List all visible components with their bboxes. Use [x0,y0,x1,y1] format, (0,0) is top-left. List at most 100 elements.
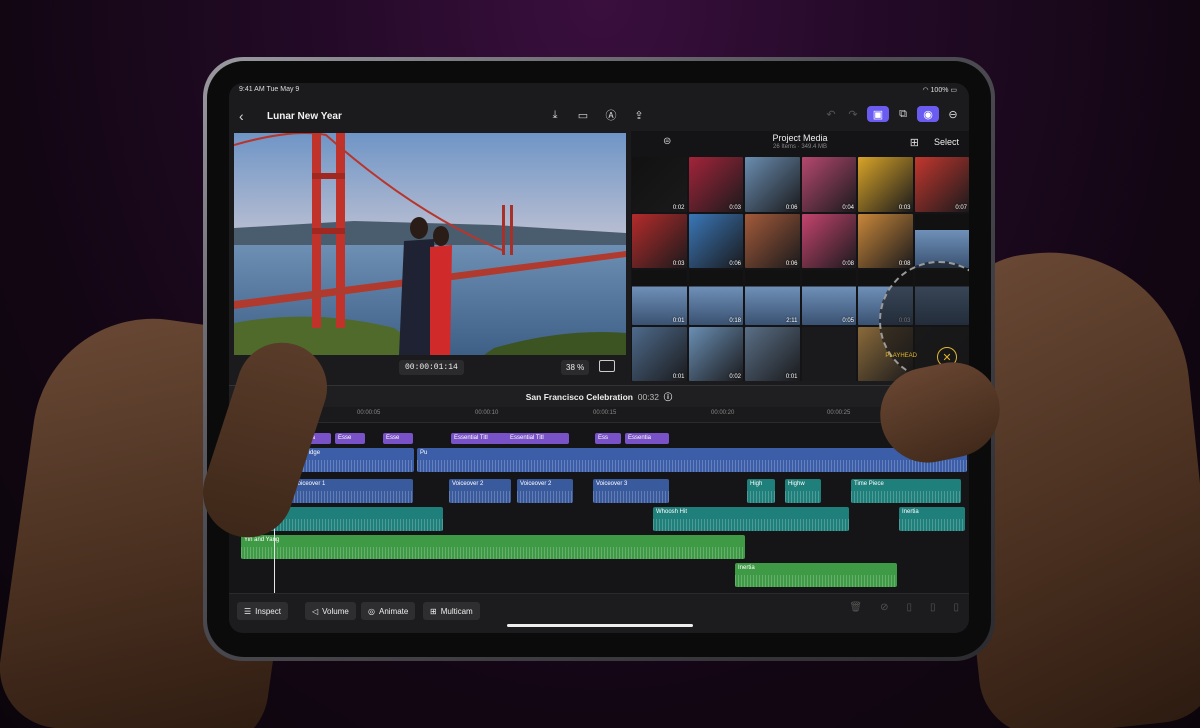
media-thumbnail[interactable]: 0:01 [745,326,800,381]
music-clip[interactable]: Inertia [735,563,897,587]
delete-icon[interactable]: 🗑 [849,602,862,613]
undo-icon[interactable]: ↶ [823,106,839,122]
toolbar-center: ⤓ ▭ Ⓐ ⇪ [547,107,647,123]
media-thumbnail[interactable]: 0:02 [688,326,743,381]
final-cut-screen: 9:41 AM Tue May 9 ◠ 100% ▭ ‹ Lunar New Y… [229,83,969,633]
media-thumbnail[interactable]: 0:06 [745,213,800,268]
media-thumbnail[interactable]: 0:05 [801,270,856,325]
media-thumbnail[interactable]: 0:04 [801,157,856,212]
voiceover-clip[interactable]: Voiceover 2 [517,479,573,503]
audio-waveform [593,491,669,503]
disable-icon[interactable]: ⊘ [880,602,888,613]
top-toolbar: ‹ Lunar New Year ⤓ ▭ Ⓐ ⇪ ↶ ↷ ▣ ⧉ ◉ ⊖ [229,101,969,131]
audio-clip[interactable]: Inertia [899,507,965,531]
ruler-tick: 00:00:15 [593,410,617,416]
voiceover-icon[interactable]: Ⓐ [603,107,619,123]
timeline-tracks[interactable]: Essentia Esse Esse Essential TitlEssential … [229,423,969,601]
media-thumbnail[interactable]: 0:08 [858,213,913,268]
media-thumbnail[interactable]: 0:06 [745,157,800,212]
audio-clip[interactable]: Whoosh Hit [653,507,849,531]
voiceover-clip[interactable]: Time Piece [851,479,961,503]
audio-waveform [899,519,965,531]
media-thumbnail[interactable]: 0:01 [632,326,687,381]
inspect-button[interactable]: ☰ Inspect [237,602,288,620]
thumbnail-duration: 0:01 [785,374,798,380]
inspector-icon[interactable]: ◉ [917,106,939,122]
grid-view-icon[interactable]: ⊞ [910,136,919,149]
project-title: Lunar New Year [267,110,342,122]
redo-icon[interactable]: ↷ [845,106,861,122]
photos-browser-icon[interactable]: ▣ [867,106,889,122]
media-thumbnail[interactable] [801,326,856,381]
title-clip[interactable]: Essentia [625,433,669,444]
info-icon: ⓘ [663,392,673,402]
voiceover-clip[interactable]: Voiceover 2 [449,479,511,503]
media-thumbnail[interactable]: 0:03 [858,157,913,212]
animate-button[interactable]: ◎ Animate [361,602,416,620]
volume-button[interactable]: ◁ Volume [305,602,356,620]
media-thumbnail[interactable]: 0:08 [801,213,856,268]
overlay-icon[interactable]: ⧉ [895,106,911,122]
audio-waveform [851,491,961,503]
media-thumbnail[interactable]: 0:03 [688,157,743,212]
thumbnail-duration: 0:01 [672,374,685,380]
title-clip[interactable]: Essential Titl [451,433,509,444]
title-clip[interactable]: Essential Titl [507,433,569,444]
playhead-label: PLAYHEAD [885,353,917,359]
thumbnail-duration: 0:06 [785,261,798,267]
voiceover-clip[interactable]: Voiceover 1 [291,479,413,503]
ruler-tick: 00:00:20 [711,410,735,416]
media-thumbnail[interactable]: 0:06 [688,213,743,268]
zoom-level[interactable]: 38 % [561,360,590,375]
title-clip[interactable]: Esse [383,433,413,444]
trim-icon[interactable]: ▯ [953,602,959,613]
select-button[interactable]: Select [934,137,959,147]
media-thumbnail[interactable]: 0:03 [632,213,687,268]
audio-waveform [291,491,413,503]
back-chevron-icon[interactable]: ‹ [239,108,257,124]
media-thumbnail[interactable]: 0:02 [632,157,687,212]
volume-icon: ◁ [312,606,319,616]
thumbnail-duration: 0:02 [729,374,741,380]
video-clip[interactable]: Pu [417,448,967,472]
media-header: ⊜ Project Media 26 Items · 349.4 MB ⊞ Se… [631,131,969,157]
inspect-icon: ☰ [244,606,252,616]
video-viewer[interactable] [234,133,626,355]
viewer-frame [234,133,626,355]
thumbnail-duration: 0:03 [672,261,685,267]
thumbnail-duration: 0:06 [729,261,741,267]
multicam-button[interactable]: ⊞ Multicam [423,602,480,620]
share-icon[interactable]: ⇪ [631,107,647,123]
camera-icon[interactable]: ▭ [575,107,591,123]
import-icon[interactable]: ⤓ [547,107,563,123]
ruler-tick: 00:00:05 [357,410,381,416]
ruler-tick: 00:00:25 [827,410,851,416]
battery-indicator: ◠ 100% ▭ [922,87,957,94]
detach-icon[interactable]: ▯ [930,602,936,613]
media-thumbnail[interactable]: 0:18 [688,270,743,325]
thumbnail-duration: 0:07 [955,204,967,211]
project-media-browser: ⊜ Project Media 26 Items · 349.4 MB ⊞ Se… [631,131,969,381]
audio-waveform [747,491,775,503]
voiceover-clip[interactable]: Voiceover 3 [593,479,669,503]
aspect-ratio-icon[interactable] [599,360,615,372]
voiceover-clip[interactable]: Highw [785,479,821,503]
audio-waveform [517,491,573,503]
toolbar-right: ↶ ↷ ▣ ⧉ ◉ ⊖ [823,106,961,122]
title-clip[interactable]: Ess [595,433,621,444]
media-thumbnail[interactable] [914,213,969,268]
split-icon[interactable]: ▯ [906,602,912,613]
music-clip[interactable]: Yin and Yang [241,535,745,559]
timeline-ruler[interactable]: 00:00:05 00:00:10 00:00:15 00:00:20 00:00:25 [229,407,969,423]
audio-waveform [735,575,897,587]
animate-icon: ◎ [368,606,375,616]
title-clip[interactable]: Esse [335,433,365,444]
more-icon[interactable]: ⊖ [945,106,961,122]
audio-waveform [449,491,511,503]
home-indicator [507,624,693,627]
media-thumbnail[interactable]: 0:07 [914,157,969,212]
media-thumbnail[interactable]: 2:11 [745,270,800,325]
voiceover-clip[interactable]: High [747,479,775,503]
timecode-display: 00:00:01:14 [399,360,464,375]
media-thumbnail[interactable]: 0:01 [632,270,687,325]
